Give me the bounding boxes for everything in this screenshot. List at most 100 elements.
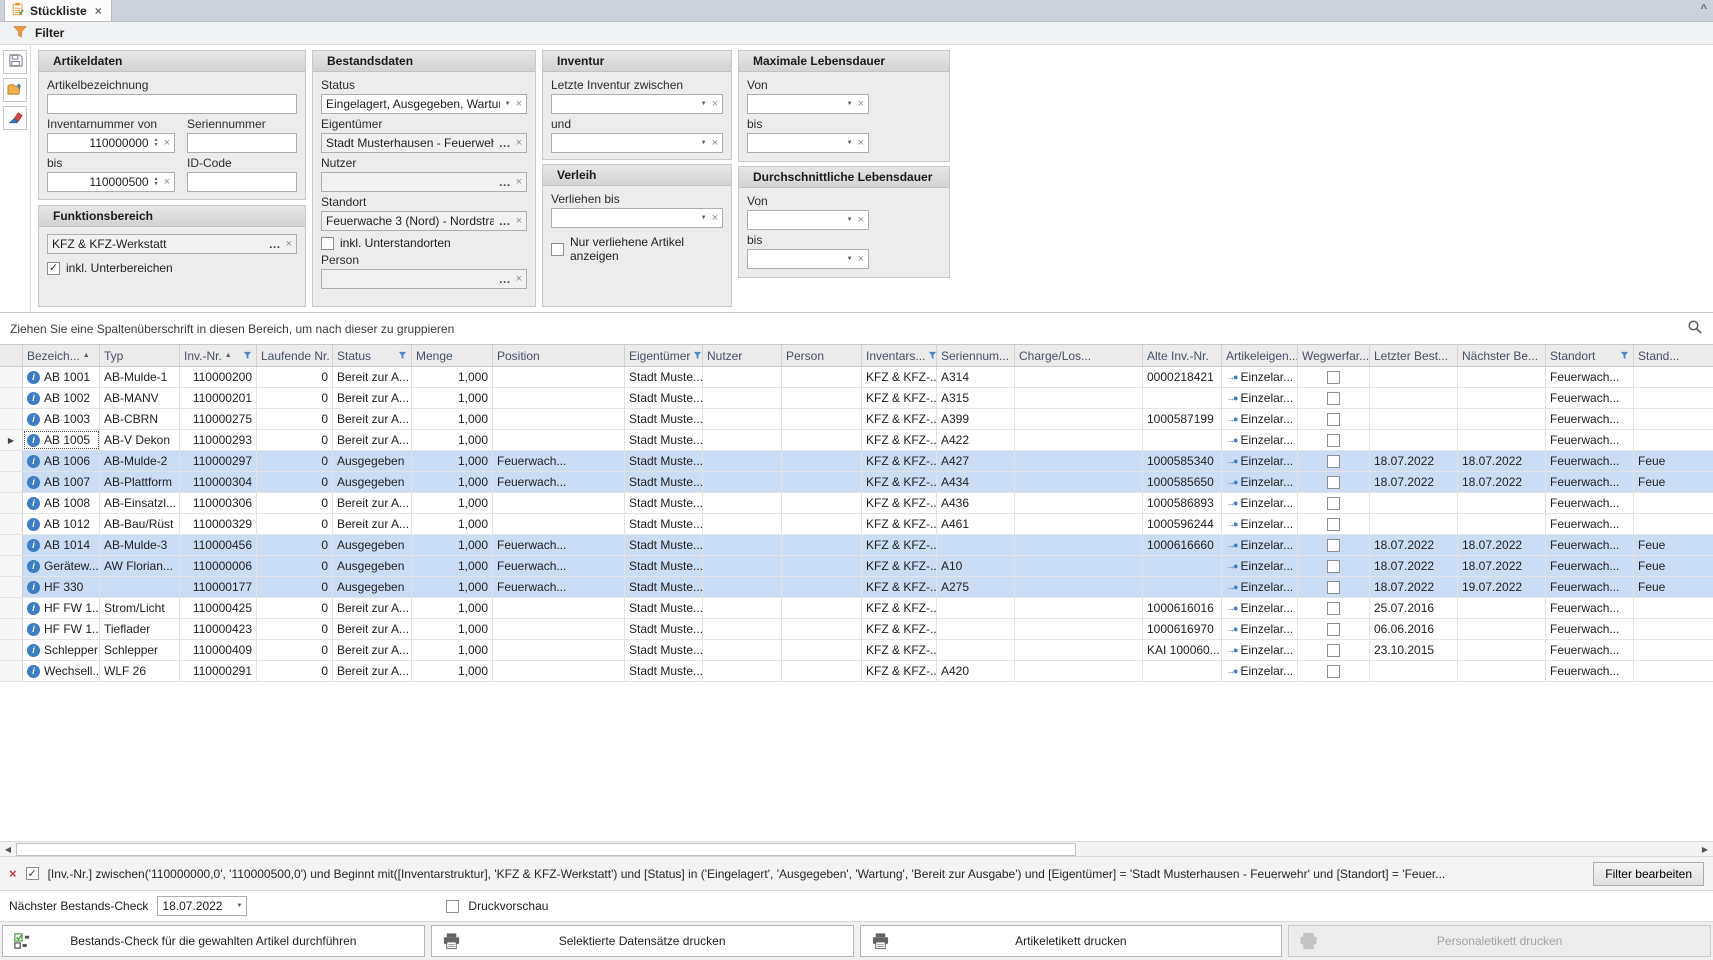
cell-eig[interactable]: Stadt Muste...	[625, 451, 703, 471]
column-header-person[interactable]: Person	[782, 345, 862, 366]
inkl-unterbereichen-checkbox[interactable]	[47, 262, 60, 275]
dropdown-caret-icon[interactable]: ▼	[847, 217, 853, 223]
info-icon[interactable]: i	[27, 602, 40, 615]
cell-nutzer[interactable]	[703, 430, 782, 450]
cell-charge[interactable]	[1015, 598, 1143, 618]
cell-letzter[interactable]: 06.06.2016	[1370, 619, 1458, 639]
cell-lfd[interactable]: 0	[257, 409, 333, 429]
cell-bez[interactable]: iHF FW 1...	[23, 598, 100, 618]
dropdown-caret-icon[interactable]: ▼	[701, 140, 707, 146]
cell-eigenschaft[interactable]: →●Einzelar...	[1222, 556, 1298, 576]
cell-pos[interactable]	[493, 514, 625, 534]
scrollbar-thumb[interactable]	[16, 843, 1076, 856]
cell-inv[interactable]: 110000456	[180, 535, 257, 555]
cell-charge[interactable]	[1015, 472, 1143, 492]
clear-icon[interactable]: ×	[516, 137, 522, 149]
cell-wegwerf[interactable]	[1298, 535, 1370, 555]
column-header-struktur[interactable]: Inventars...	[862, 345, 937, 366]
cell-eig[interactable]: Stadt Muste...	[625, 598, 703, 618]
wegwerfartikel-checkbox[interactable]	[1327, 581, 1340, 594]
cell-alt[interactable]	[1143, 577, 1222, 597]
cell-struktur[interactable]: KFZ & KFZ-...	[862, 409, 937, 429]
dropdown-caret-icon[interactable]: ▼	[847, 256, 853, 262]
cell-standort2[interactable]	[1634, 388, 1713, 408]
cell-eig[interactable]: Stadt Muste...	[625, 640, 703, 660]
cell-letzter[interactable]: 18.07.2022	[1370, 535, 1458, 555]
cell-standort[interactable]: Feuerwach...	[1546, 493, 1634, 513]
cell-bez[interactable]: iAB 1008	[23, 493, 100, 513]
cell-nutzer[interactable]	[703, 451, 782, 471]
clear-icon[interactable]: ×	[858, 137, 864, 149]
cell-person[interactable]	[782, 577, 862, 597]
cell-standort[interactable]: Feuerwach...	[1546, 409, 1634, 429]
ellipsis-icon[interactable]: …	[499, 214, 511, 228]
clear-icon[interactable]: ×	[858, 98, 864, 110]
wegwerfartikel-checkbox[interactable]	[1327, 539, 1340, 552]
table-row[interactable]: iAB 1008AB-Einsatzl...1100003060Bereit z…	[0, 493, 1713, 514]
cell-charge[interactable]	[1015, 661, 1143, 681]
cell-typ[interactable]: AB-CBRN	[100, 409, 180, 429]
cell-serien[interactable]: A275	[937, 577, 1015, 597]
cell-letzter[interactable]	[1370, 430, 1458, 450]
wegwerfartikel-checkbox[interactable]	[1327, 623, 1340, 636]
wegwerfartikel-checkbox[interactable]	[1327, 371, 1340, 384]
clear-icon[interactable]: ×	[164, 176, 170, 188]
cell-inv[interactable]: 110000201	[180, 388, 257, 408]
cell-inv[interactable]: 110000306	[180, 493, 257, 513]
cell-standort2[interactable]	[1634, 430, 1713, 450]
cell-serien[interactable]: A422	[937, 430, 1015, 450]
table-row[interactable]: iAB 1007AB-Plattform1100003040Ausgegeben…	[0, 472, 1713, 493]
dropdown-caret-icon[interactable]: ▼	[701, 101, 707, 107]
tab-close-icon[interactable]: ×	[95, 4, 102, 18]
cell-menge[interactable]: 1,000	[412, 577, 493, 597]
cell-alt[interactable]: 1000616660	[1143, 535, 1222, 555]
cell-letzter[interactable]: 18.07.2022	[1370, 556, 1458, 576]
cell-bez[interactable]: iHF 330	[23, 577, 100, 597]
cell-inv[interactable]: 110000275	[180, 409, 257, 429]
cell-pos[interactable]	[493, 493, 625, 513]
cell-person[interactable]	[782, 388, 862, 408]
cell-naechster[interactable]	[1458, 661, 1546, 681]
remove-filter-icon[interactable]: ×	[9, 866, 17, 881]
cell-nutzer[interactable]	[703, 388, 782, 408]
wegwerfartikel-checkbox[interactable]	[1327, 560, 1340, 573]
cell-nutzer[interactable]	[703, 661, 782, 681]
cell-charge[interactable]	[1015, 619, 1143, 639]
cell-alt[interactable]: 1000585340	[1143, 451, 1222, 471]
cell-person[interactable]	[782, 598, 862, 618]
cell-standort2[interactable]: Feue	[1634, 535, 1713, 555]
cell-wegwerf[interactable]	[1298, 367, 1370, 387]
cell-typ[interactable]: AW Florian...	[100, 556, 180, 576]
column-header-wegwerf[interactable]: Wegwerfar...	[1298, 345, 1370, 366]
cell-naechster[interactable]	[1458, 493, 1546, 513]
cell-inv[interactable]: 110000304	[180, 472, 257, 492]
artikelbezeichnung-input[interactable]	[47, 94, 297, 114]
table-row[interactable]: iWechsell...WLF 261100002910Bereit zur A…	[0, 661, 1713, 682]
cell-pos[interactable]	[493, 409, 625, 429]
load-filter-button[interactable]	[3, 78, 27, 102]
cell-bez[interactable]: iSchlepper	[23, 640, 100, 660]
cell-charge[interactable]	[1015, 430, 1143, 450]
info-icon[interactable]: i	[27, 560, 40, 573]
naechster-check-date-combo[interactable]: 18.07.2022 ▼	[157, 896, 247, 916]
cell-standort[interactable]: Feuerwach...	[1546, 514, 1634, 534]
info-icon[interactable]: i	[27, 518, 40, 531]
cell-typ[interactable]: Strom/Licht	[100, 598, 180, 618]
cell-charge[interactable]	[1015, 493, 1143, 513]
clear-icon[interactable]: ×	[712, 137, 718, 149]
cell-lfd[interactable]: 0	[257, 430, 333, 450]
table-row[interactable]: iAB 1001AB-Mulde-11100002000Bereit zur A…	[0, 367, 1713, 388]
cell-serien[interactable]: A314	[937, 367, 1015, 387]
ellipsis-icon[interactable]: …	[269, 237, 281, 251]
cell-eigenschaft[interactable]: →●Einzelar...	[1222, 598, 1298, 618]
cell-alt[interactable]: 1000616016	[1143, 598, 1222, 618]
cell-serien[interactable]: A420	[937, 661, 1015, 681]
cell-lfd[interactable]: 0	[257, 619, 333, 639]
cell-naechster[interactable]: 18.07.2022	[1458, 451, 1546, 471]
wegwerfartikel-checkbox[interactable]	[1327, 413, 1340, 426]
nutzer-lookup[interactable]: … ×	[321, 172, 527, 192]
cell-naechster[interactable]	[1458, 430, 1546, 450]
table-row[interactable]: iHF 3301100001770Ausgegeben1,000Feuerwac…	[0, 577, 1713, 598]
cell-eig[interactable]: Stadt Muste...	[625, 556, 703, 576]
cell-menge[interactable]: 1,000	[412, 556, 493, 576]
